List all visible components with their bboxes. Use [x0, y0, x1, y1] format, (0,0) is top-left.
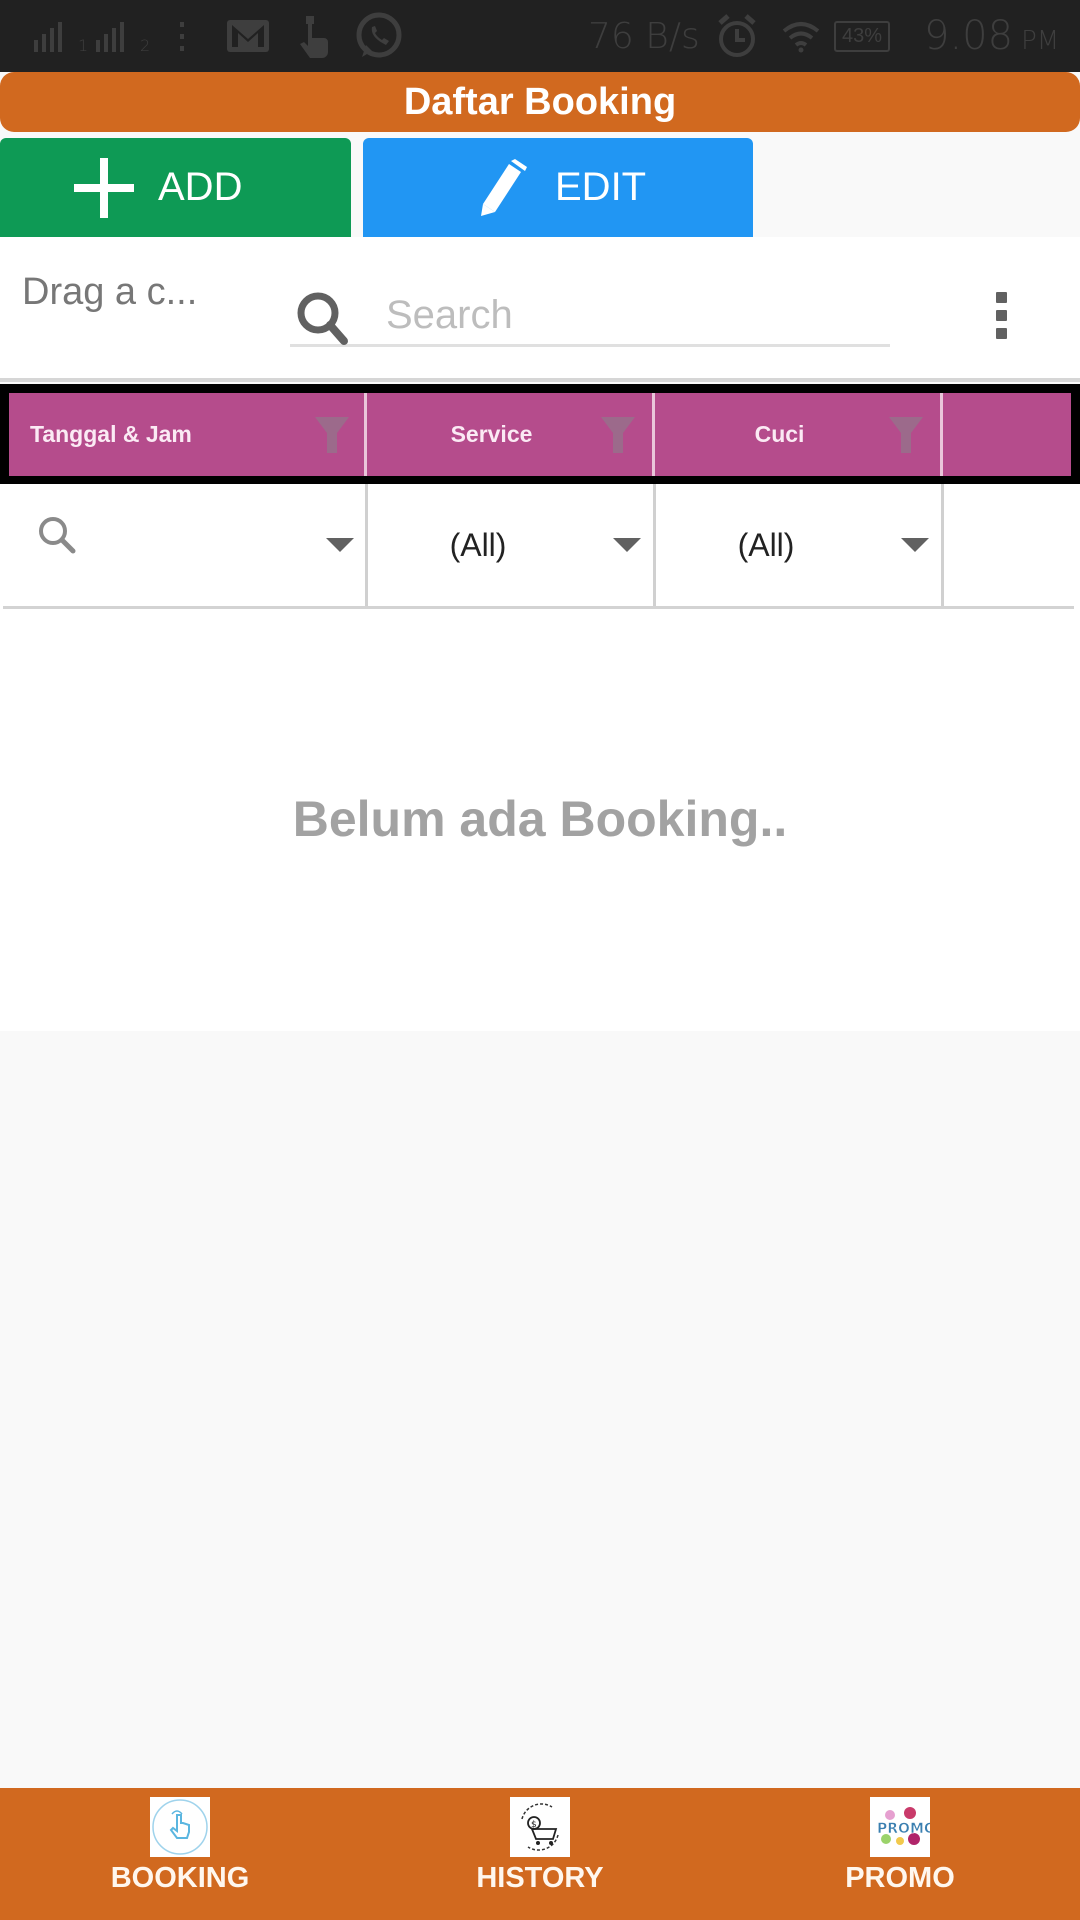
page-header: Daftar Booking [0, 72, 1080, 132]
battery-indicator: 43% [834, 0, 891, 72]
dropdown-caret-icon[interactable] [901, 538, 929, 552]
plus-icon [74, 157, 134, 218]
search-icon [39, 517, 76, 554]
column-header-service[interactable]: Service [367, 393, 655, 476]
wifi-icon [782, 0, 820, 72]
filter-cuci[interactable]: (All) [656, 484, 944, 606]
more-options-icon[interactable] [990, 292, 1012, 352]
cart-cycle-icon: $ [510, 1797, 570, 1857]
column-header-cuci[interactable]: Cuci [655, 393, 943, 476]
page-title: Daftar Booking [403, 80, 677, 123]
action-bar: ADD EDIT [0, 132, 1080, 237]
status-bar: 1 2 76 B/s 43% 9.08 PM [0, 0, 1080, 72]
touch-gesture-icon [292, 0, 332, 72]
add-button[interactable]: ADD [0, 138, 351, 237]
nav-history[interactable]: $ HISTORY [360, 1788, 720, 1920]
promo-badge-icon: PROMO [870, 1797, 930, 1857]
filter-row: (All) (All) [0, 484, 1080, 610]
search-box[interactable] [290, 285, 890, 347]
more-dots-icon [178, 0, 186, 72]
network-speed: 76 B/s [588, 15, 700, 57]
dropdown-caret-icon[interactable] [613, 538, 641, 552]
empty-state-message: Belum ada Booking.. [292, 791, 788, 847]
alarm-icon [716, 0, 758, 72]
tap-hand-icon [150, 1797, 210, 1857]
column-header-tanggal-jam[interactable]: Tanggal & Jam [9, 393, 367, 476]
pencil-icon [481, 158, 527, 216]
filter-service[interactable]: (All) [368, 484, 656, 606]
grid-header: Tanggal & Jam Service Cuci [0, 384, 1080, 484]
edit-button-label: EDIT [555, 165, 647, 209]
grid-body: Belum ada Booking.. [0, 610, 1080, 1031]
filter-funnel-icon[interactable] [887, 415, 925, 455]
bottom-navigation: BOOKING $ HISTORY PROMO PROMO [0, 1788, 1080, 1920]
column-header-extra[interactable] [943, 393, 1071, 476]
dropdown-caret-icon[interactable] [326, 538, 354, 552]
filter-tanggal-jam[interactable] [0, 484, 368, 606]
nav-booking[interactable]: BOOKING [0, 1788, 360, 1920]
nav-promo[interactable]: PROMO PROMO [720, 1788, 1080, 1920]
clock: 9.08 PM [924, 13, 1060, 59]
filter-funnel-icon[interactable] [599, 415, 637, 455]
search-input[interactable] [386, 287, 876, 343]
add-button-label: ADD [158, 165, 243, 209]
gmail-icon [226, 0, 270, 72]
filter-extra[interactable] [944, 484, 1080, 606]
filter-funnel-icon[interactable] [313, 415, 351, 455]
whatsapp-icon [354, 0, 404, 72]
filter-row-divider [3, 606, 1074, 609]
grid-toolbar: Drag a c... [0, 237, 1080, 382]
group-panel-hint[interactable]: Drag a c... [22, 271, 197, 314]
edit-button[interactable]: EDIT [363, 138, 753, 237]
search-icon [297, 292, 348, 345]
signal-sim2-icon: 2 [96, 0, 150, 72]
signal-sim1-icon: 1 [34, 0, 88, 72]
svg-text:PROMO: PROMO [877, 1821, 930, 1837]
